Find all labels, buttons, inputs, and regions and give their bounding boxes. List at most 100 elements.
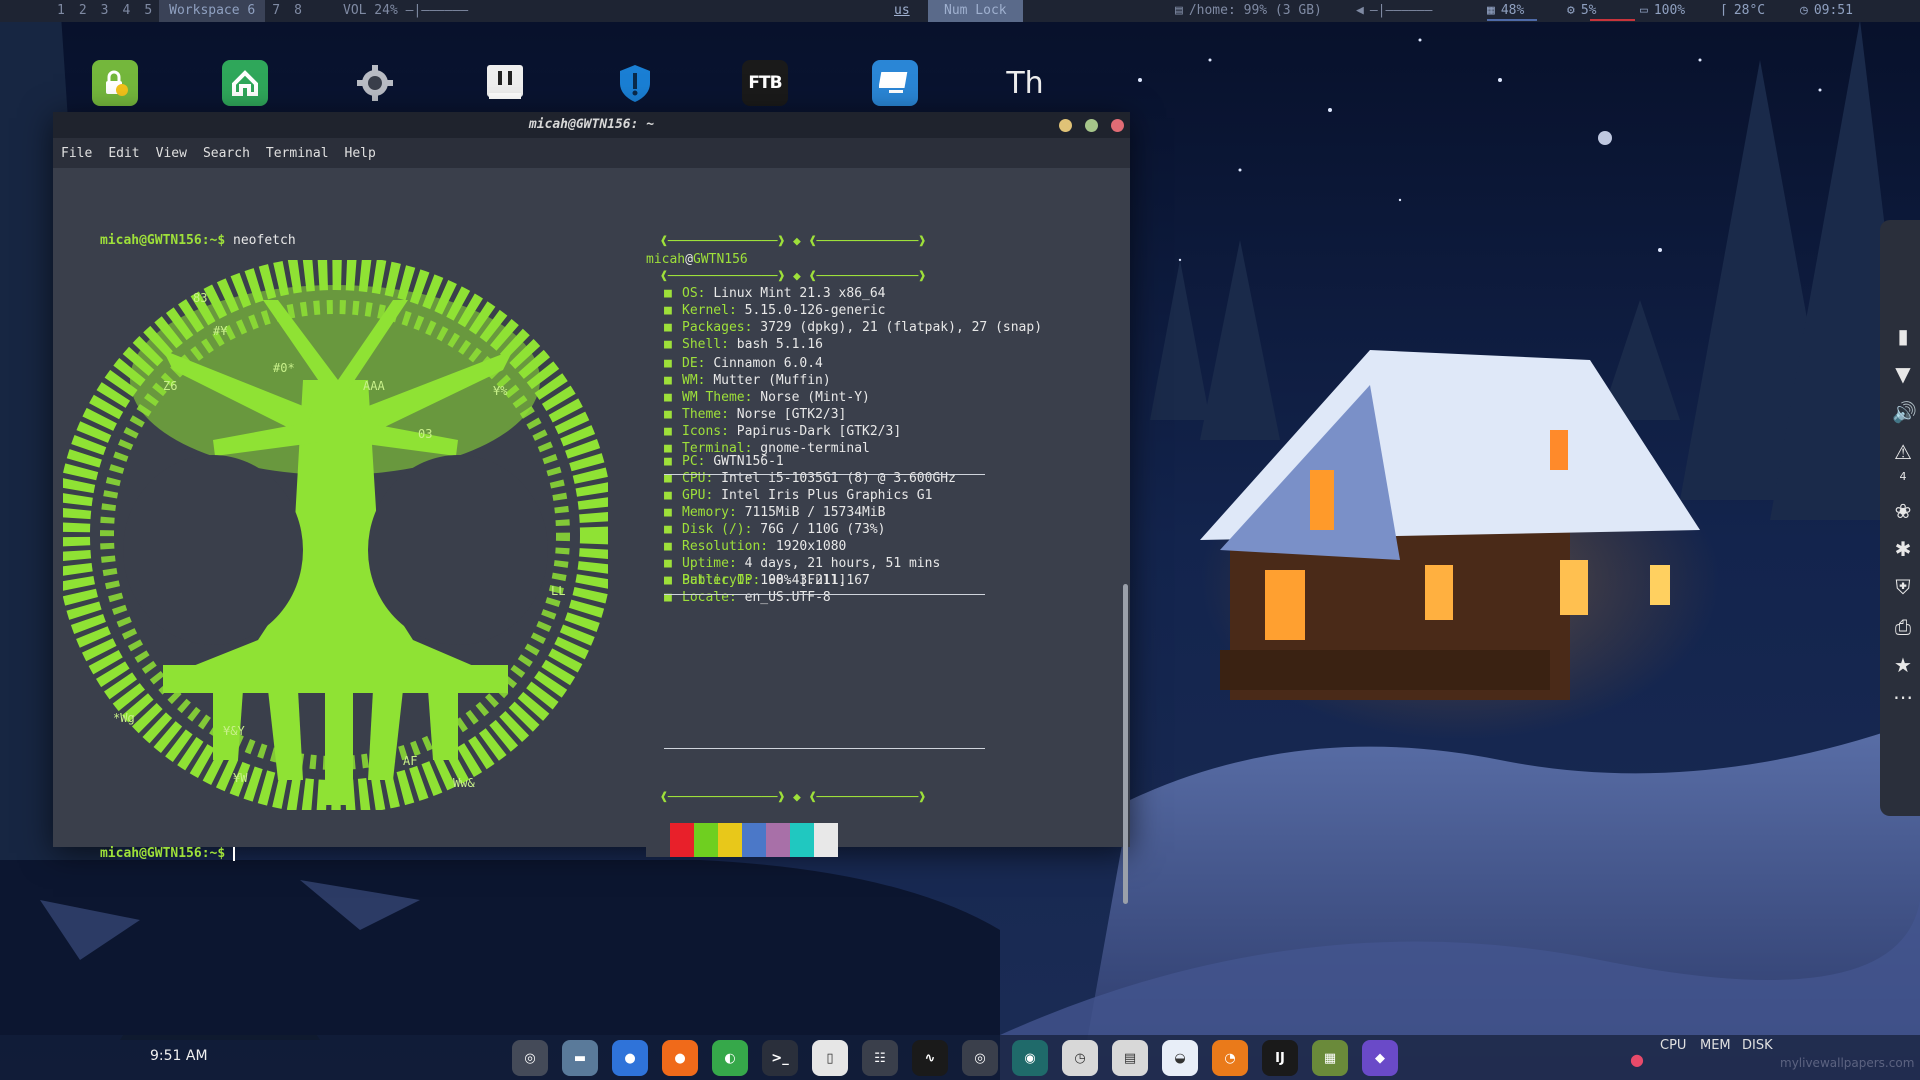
info-row: ■ Locale: en_US.UTF-8 — [664, 590, 831, 605]
workspace-4[interactable]: 4 — [115, 0, 137, 22]
palette-swatch — [742, 823, 766, 857]
wifi-icon[interactable]: ▼ — [1892, 363, 1914, 385]
right-side-panel: ▮ ▼ 🔊 ⚠ 4 ❀ ✱ ⛨ ⎙ ★ ⋯ — [1880, 220, 1920, 816]
gedit-icon[interactable]: ▤ — [1112, 1040, 1148, 1076]
info-row: ■ WM Theme: Norse (Mint-Y) — [664, 390, 870, 405]
color-picker-icon[interactable]: ❀ — [1892, 500, 1914, 522]
info-row-icon: ■ — [664, 407, 672, 422]
font-app-label: Th — [1006, 65, 1044, 101]
ascii-fragment: ¥W — [233, 771, 248, 785]
menu-terminal[interactable]: Terminal — [258, 146, 337, 161]
battery-icon: ▭ — [1640, 3, 1648, 18]
chat-app-icon[interactable] — [482, 60, 528, 106]
timeshift-icon[interactable]: ◷ — [1062, 1040, 1098, 1076]
cpu-usage-underline — [1590, 19, 1635, 21]
terminal-icon[interactable]: >_ — [762, 1040, 798, 1076]
temperature-indicator[interactable]: ⌈ 28°C — [1720, 0, 1765, 22]
info-value: Linux Mint 21.3 x86_64 — [713, 286, 886, 301]
calculator-icon[interactable]: ☷ — [862, 1040, 898, 1076]
keyboard-layout[interactable]: us — [894, 0, 910, 22]
palette-swatch — [670, 823, 694, 857]
vpn-globe-icon[interactable]: ◒ — [1162, 1040, 1198, 1076]
info-value: bash 5.1.16 — [736, 337, 823, 352]
terminal-window: micah@GWTN156: ~ File Edit View Search T… — [53, 112, 1130, 904]
home-app-icon[interactable] — [222, 60, 268, 106]
gitkraken-icon[interactable]: ◉ — [1012, 1040, 1048, 1076]
user-host: micah@GWTN156 — [646, 252, 748, 267]
firefox-icon[interactable]: ● — [662, 1040, 698, 1076]
info-row-icon: ■ — [664, 522, 672, 537]
shield-app-icon[interactable] — [612, 60, 658, 106]
bluetooth-icon[interactable]: ✱ — [1892, 538, 1914, 560]
info-row-icon: ■ — [664, 356, 672, 371]
info-row-icon: ■ — [664, 424, 672, 439]
obsidian-icon[interactable]: ◆ — [1362, 1040, 1398, 1076]
star-icon[interactable]: ★ — [1892, 654, 1914, 676]
printer-icon[interactable]: ⎙ — [1892, 616, 1914, 638]
obs-icon[interactable]: ◎ — [962, 1040, 998, 1076]
workspace-6-active[interactable]: Workspace 6 — [159, 0, 266, 22]
ascii-fragment: #0* — [273, 361, 295, 375]
remote-desktop-icon[interactable] — [872, 60, 918, 106]
files-icon[interactable]: ▬ — [562, 1040, 598, 1076]
memory-monitor-label[interactable]: MEM — [1700, 1038, 1731, 1053]
chromium-icon[interactable]: ● — [612, 1040, 648, 1076]
disk-indicator[interactable]: ▤ /home: 99% (3 GB) — [1175, 0, 1322, 22]
settings-gear-icon[interactable] — [352, 60, 398, 106]
volume-slider[interactable]: —|—————— — [1370, 3, 1433, 18]
info-value: GWTN156-1 — [713, 454, 784, 469]
workspace-7[interactable]: 7 — [265, 0, 287, 22]
clock-value: 09:51 — [1813, 3, 1853, 18]
notification-icon[interactable]: ⚠ — [1892, 441, 1914, 463]
system-monitor-icon[interactable]: ∿ — [912, 1040, 948, 1076]
chrome-icon[interactable]: ◐ — [712, 1040, 748, 1076]
workspace-3[interactable]: 3 — [94, 0, 116, 22]
blender-icon[interactable]: ◔ — [1212, 1040, 1248, 1076]
battery-indicator[interactable]: ▭ 100% — [1640, 0, 1685, 22]
font-app-icon[interactable]: Th — [1002, 60, 1048, 106]
info-value: 1920x1080 — [775, 539, 847, 554]
memory-usage-underline — [1487, 19, 1537, 21]
minecraft-icon[interactable]: ▦ — [1312, 1040, 1348, 1076]
menu-edit[interactable]: Edit — [100, 146, 147, 161]
lock-vpn-icon[interactable] — [92, 60, 138, 106]
workspace-8[interactable]: 8 — [287, 0, 309, 22]
terminal-titlebar[interactable]: micah@GWTN156: ~ — [53, 112, 1130, 138]
cpu-monitor-label[interactable]: CPU — [1660, 1038, 1686, 1053]
speaker-icon: ◀ — [1356, 3, 1364, 18]
panel-clock[interactable]: 9:51 AM — [150, 1048, 208, 1064]
more-icon[interactable]: ⋯ — [1892, 686, 1914, 708]
workspace-2[interactable]: 2 — [72, 0, 94, 22]
info-row: ■ Icons: Papirus-Dark [GTK2/3] — [664, 424, 901, 439]
terminal-output[interactable]: micah@GWTN156:~$ neofetch 83 #¥ Z6 ¥% #0… — [53, 168, 1130, 904]
volume-control[interactable]: ◀ —|—————— — [1356, 0, 1432, 22]
ftb-launcher-icon[interactable]: FTB — [742, 60, 788, 106]
menu-view[interactable]: View — [148, 146, 195, 161]
clock-indicator[interactable]: ◷ 09:51 — [1800, 0, 1853, 22]
maximize-button[interactable] — [1085, 119, 1098, 132]
disk-value: /home: 99% (3 GB) — [1188, 3, 1322, 18]
terminal-scrollbar[interactable] — [1123, 584, 1128, 904]
map-pin-icon[interactable]: ● — [1630, 1050, 1644, 1069]
battery-icon[interactable]: ▮ — [1892, 325, 1914, 347]
palette-swatch — [766, 823, 790, 857]
menu-help[interactable]: Help — [337, 146, 384, 161]
info-row: ■ WM: Mutter (Muffin) — [664, 373, 831, 388]
volume-indicator[interactable]: VOL 24% —|—————— — [343, 0, 468, 22]
minimize-button[interactable] — [1059, 119, 1072, 132]
workspace-1[interactable]: 1 — [50, 0, 72, 22]
text-editor-icon[interactable]: ▯ — [812, 1040, 848, 1076]
info-key: Public IP: — [682, 573, 761, 588]
workspace-5[interactable]: 5 — [137, 0, 159, 22]
info-row: ■ PC: GWTN156-1 — [664, 454, 784, 469]
intellij-icon[interactable]: IJ — [1262, 1040, 1298, 1076]
disk-monitor-label[interactable]: DISK — [1742, 1038, 1773, 1053]
menu-search[interactable]: Search — [195, 146, 258, 161]
ascii-fragment: #¥ — [213, 324, 228, 338]
shield-icon[interactable]: ⛨ — [1892, 576, 1914, 598]
mint-menu-icon[interactable]: ◎ — [512, 1040, 548, 1076]
separator — [664, 594, 985, 595]
speaker-icon[interactable]: 🔊 — [1892, 401, 1917, 423]
menu-file[interactable]: File — [53, 146, 100, 161]
close-button[interactable] — [1111, 119, 1124, 132]
